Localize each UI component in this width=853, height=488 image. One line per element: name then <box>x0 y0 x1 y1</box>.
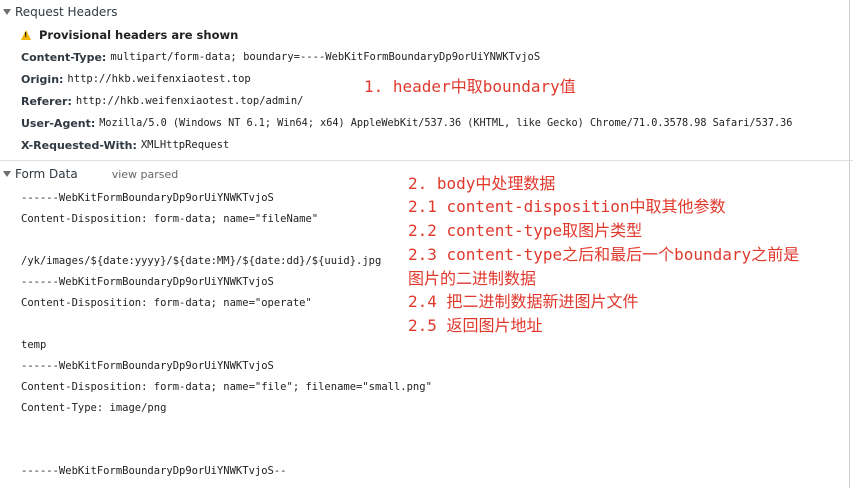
annotation-step: 2.3 content-type之后和最后一个boundary之前是 <box>408 245 800 264</box>
provisional-warning-text: Provisional headers are shown <box>39 28 239 42</box>
annotation-step: 2. body中处理数据 <box>408 174 556 193</box>
header-value: XMLHttpRequest <box>140 139 230 151</box>
header-row-referer: Referer: http://hkb.weifenxiaotest.top/a… <box>21 91 303 111</box>
form-data-line: Content-Disposition: form-data; name="fi… <box>21 381 432 393</box>
header-key: User-Agent: <box>21 116 96 130</box>
header-key: Content-Type: <box>21 50 107 64</box>
header-key: Referer: <box>21 94 72 108</box>
header-key: Origin: <box>21 72 64 86</box>
annotation-step: 2.1 content-disposition中取其他参数 <box>408 197 726 216</box>
form-data-line: ------WebKitFormBoundaryDp9orUiYNWKTvjoS <box>21 276 274 288</box>
form-data-line: ------WebKitFormBoundaryDp9orUiYNWKTvjoS <box>21 360 274 372</box>
form-data-toggle[interactable]: Form Data view parsed <box>0 164 178 184</box>
panel-border <box>849 0 850 488</box>
triangle-down-icon <box>3 9 11 15</box>
form-data-line: /yk/images/${date:yyyy}/${date:MM}/${dat… <box>21 255 382 267</box>
annotation-step: 2.2 content-type取图片类型 <box>408 221 643 240</box>
provisional-warning: Provisional headers are shown <box>21 25 238 45</box>
section-divider <box>0 160 853 161</box>
form-data-title: Form Data <box>15 167 78 181</box>
form-data-line: temp <box>21 339 47 351</box>
annotation-step: 2.4 把二进制数据新进图片文件 <box>408 292 639 311</box>
form-data-line: ------WebKitFormBoundaryDp9orUiYNWKTvjoS… <box>21 465 287 477</box>
warning-icon <box>21 30 31 40</box>
header-row-user-agent: User-Agent: Mozilla/5.0 (Windows NT 6.1;… <box>21 113 792 133</box>
header-key: X-Requested-With: <box>21 138 137 152</box>
annotation-header-boundary: 1. header中取boundary值 <box>364 77 576 96</box>
annotation-step: 图片的二进制数据 <box>408 269 537 288</box>
header-row-x-requested-with: X-Requested-With: XMLHttpRequest <box>21 135 229 155</box>
form-data-line: Content-Disposition: form-data; name="fi… <box>21 213 319 225</box>
form-data-line: ------WebKitFormBoundaryDp9orUiYNWKTvjoS <box>21 192 274 204</box>
triangle-down-icon <box>3 171 11 177</box>
request-headers-title: Request Headers <box>15 5 118 19</box>
header-row-origin: Origin: http://hkb.weifenxiaotest.top <box>21 69 251 89</box>
header-value: http://hkb.weifenxiaotest.top <box>67 73 251 85</box>
header-value: Mozilla/5.0 (Windows NT 6.1; Win64; x64)… <box>99 117 793 129</box>
header-value: multipart/form-data; boundary=----WebKit… <box>110 51 541 63</box>
form-data-line: Content-Disposition: form-data; name="op… <box>21 297 312 309</box>
form-data-line: Content-Type: image/png <box>21 402 167 414</box>
view-parsed-link[interactable]: view parsed <box>112 168 179 181</box>
header-row-content-type: Content-Type: multipart/form-data; bound… <box>21 47 540 67</box>
annotation-step: 2.5 返回图片地址 <box>408 316 543 335</box>
header-value: http://hkb.weifenxiaotest.top/admin/ <box>75 95 304 107</box>
request-headers-toggle[interactable]: Request Headers <box>0 2 118 22</box>
